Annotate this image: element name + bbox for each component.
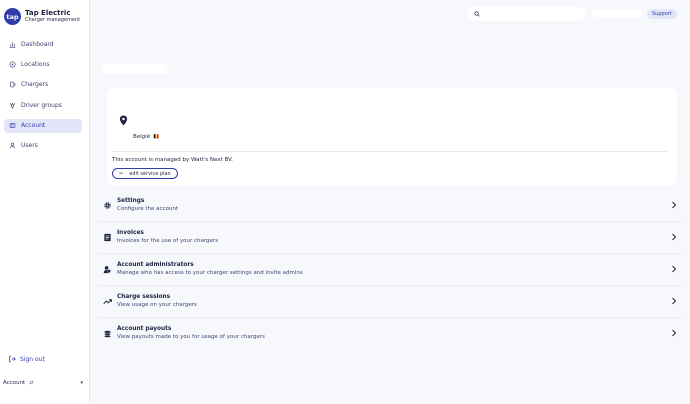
- sidebar-item-users[interactable]: Users: [4, 139, 82, 153]
- edit-service-plan-label: edit service plan: [129, 170, 171, 177]
- sidebar-item-label: Dashboard: [21, 40, 54, 48]
- sidebar-item-dashboard[interactable]: Dashboard: [4, 37, 82, 51]
- account-country: België 🇧🇪: [133, 134, 159, 140]
- sidebar-item-label: Users: [21, 142, 38, 150]
- search-bar[interactable]: [468, 7, 586, 21]
- trending-up-icon: [103, 297, 112, 306]
- sign-out-button[interactable]: Sign out: [8, 355, 45, 363]
- sidebar-item-label: Driver groups: [21, 101, 62, 109]
- menu-text: Charge sessions View usage on your charg…: [117, 294, 197, 309]
- charger-icon: [9, 81, 16, 88]
- menu-item-settings[interactable]: Settings Configure the account: [98, 190, 683, 222]
- edit-service-plan-button[interactable]: ✂ edit service plan: [112, 168, 178, 179]
- magic-wand-icon: ✂: [119, 170, 124, 177]
- menu-text: Account administrators Manage who has ac…: [117, 262, 303, 277]
- page-title: [102, 64, 168, 74]
- menu-title: Account payouts: [117, 326, 172, 333]
- brand-subtitle: Charger management: [25, 16, 81, 23]
- menu-title: Account administrators: [117, 261, 194, 268]
- menu-item-charge-sessions[interactable]: Charge sessions View usage on your charg…: [98, 286, 683, 318]
- account-menu: Settings Configure the account Invoices …: [98, 190, 683, 350]
- switch-icon: ⇄: [29, 380, 34, 386]
- search-icon: [474, 11, 480, 17]
- brand-logo: tap: [4, 8, 21, 25]
- menu-item-account-payouts[interactable]: Account payouts View payouts made to you…: [98, 318, 683, 350]
- account-card: België 🇧🇪 This account is managed by Watt…: [107, 88, 677, 185]
- chevron-down-icon: ▾: [80, 380, 83, 386]
- flag-icon: 🇧🇪: [153, 134, 160, 140]
- brand-text: Tap Electric Charger management: [25, 9, 81, 23]
- menu-subtitle: Configure the account: [117, 205, 179, 212]
- group-icon: [9, 102, 16, 109]
- bar-chart-icon: [9, 41, 16, 48]
- sidebar-item-locations[interactable]: Locations: [4, 57, 82, 71]
- menu-title: Settings: [117, 197, 145, 204]
- managed-by-text: This account is managed by Watt's Next B…: [112, 157, 233, 163]
- menu-text: Settings Configure the account: [117, 198, 178, 213]
- coins-icon: [103, 330, 112, 339]
- sidebar-item-account[interactable]: Account: [4, 118, 82, 133]
- menu-subtitle: Invoices for the use of your chargers: [117, 237, 219, 244]
- menu-item-invoices[interactable]: Invoices Invoices for the use of your ch…: [98, 222, 683, 254]
- account-icon: [9, 122, 16, 129]
- sign-out-label: Sign out: [20, 355, 45, 363]
- user-icon: [9, 142, 16, 149]
- account-switcher[interactable]: Account ⇄ ▾: [3, 380, 83, 386]
- sidebar: tap Tap Electric Charger management Dash…: [0, 0, 90, 404]
- sidebar-item-label: Locations: [21, 60, 50, 68]
- location-icon: [9, 61, 16, 68]
- map-pin-icon: [119, 115, 128, 126]
- sidebar-item-label: Chargers: [21, 81, 49, 89]
- gear-icon: [103, 201, 112, 210]
- chevron-right-icon: [672, 297, 677, 305]
- sign-out-icon: [9, 355, 16, 363]
- sidebar-item-driver-groups[interactable]: Driver groups: [4, 98, 82, 112]
- sidebar-nav: Dashboard Locations Chargers Driver grou…: [4, 37, 82, 159]
- menu-subtitle: View usage on your chargers: [117, 301, 197, 308]
- account-switcher-label: Account: [3, 380, 26, 386]
- admin-icon: [103, 265, 112, 274]
- chevron-right-icon: [672, 233, 677, 241]
- support-button[interactable]: Support: [647, 9, 677, 19]
- invoice-icon: [103, 233, 112, 242]
- search-input[interactable]: [484, 11, 584, 17]
- chevron-right-icon: [672, 329, 677, 337]
- menu-title: Invoices: [117, 229, 144, 236]
- menu-subtitle: View payouts made to you for usage of yo…: [117, 334, 265, 341]
- menu-subtitle: Manage who has access to your charger se…: [117, 269, 303, 276]
- menu-text: Account payouts View payouts made to you…: [117, 326, 265, 341]
- chevron-right-icon: [672, 201, 677, 209]
- account-selector[interactable]: [592, 10, 642, 17]
- sidebar-item-label: Account: [21, 122, 46, 130]
- divider: [112, 151, 668, 152]
- menu-item-account-administrators[interactable]: Account administrators Manage who has ac…: [98, 254, 683, 286]
- sidebar-item-chargers[interactable]: Chargers: [4, 78, 82, 92]
- country-name: België: [133, 134, 151, 140]
- brand[interactable]: tap Tap Electric Charger management: [4, 8, 80, 25]
- menu-title: Charge sessions: [117, 293, 171, 300]
- menu-text: Invoices Invoices for the use of your ch…: [117, 230, 218, 245]
- chevron-right-icon: [672, 265, 677, 273]
